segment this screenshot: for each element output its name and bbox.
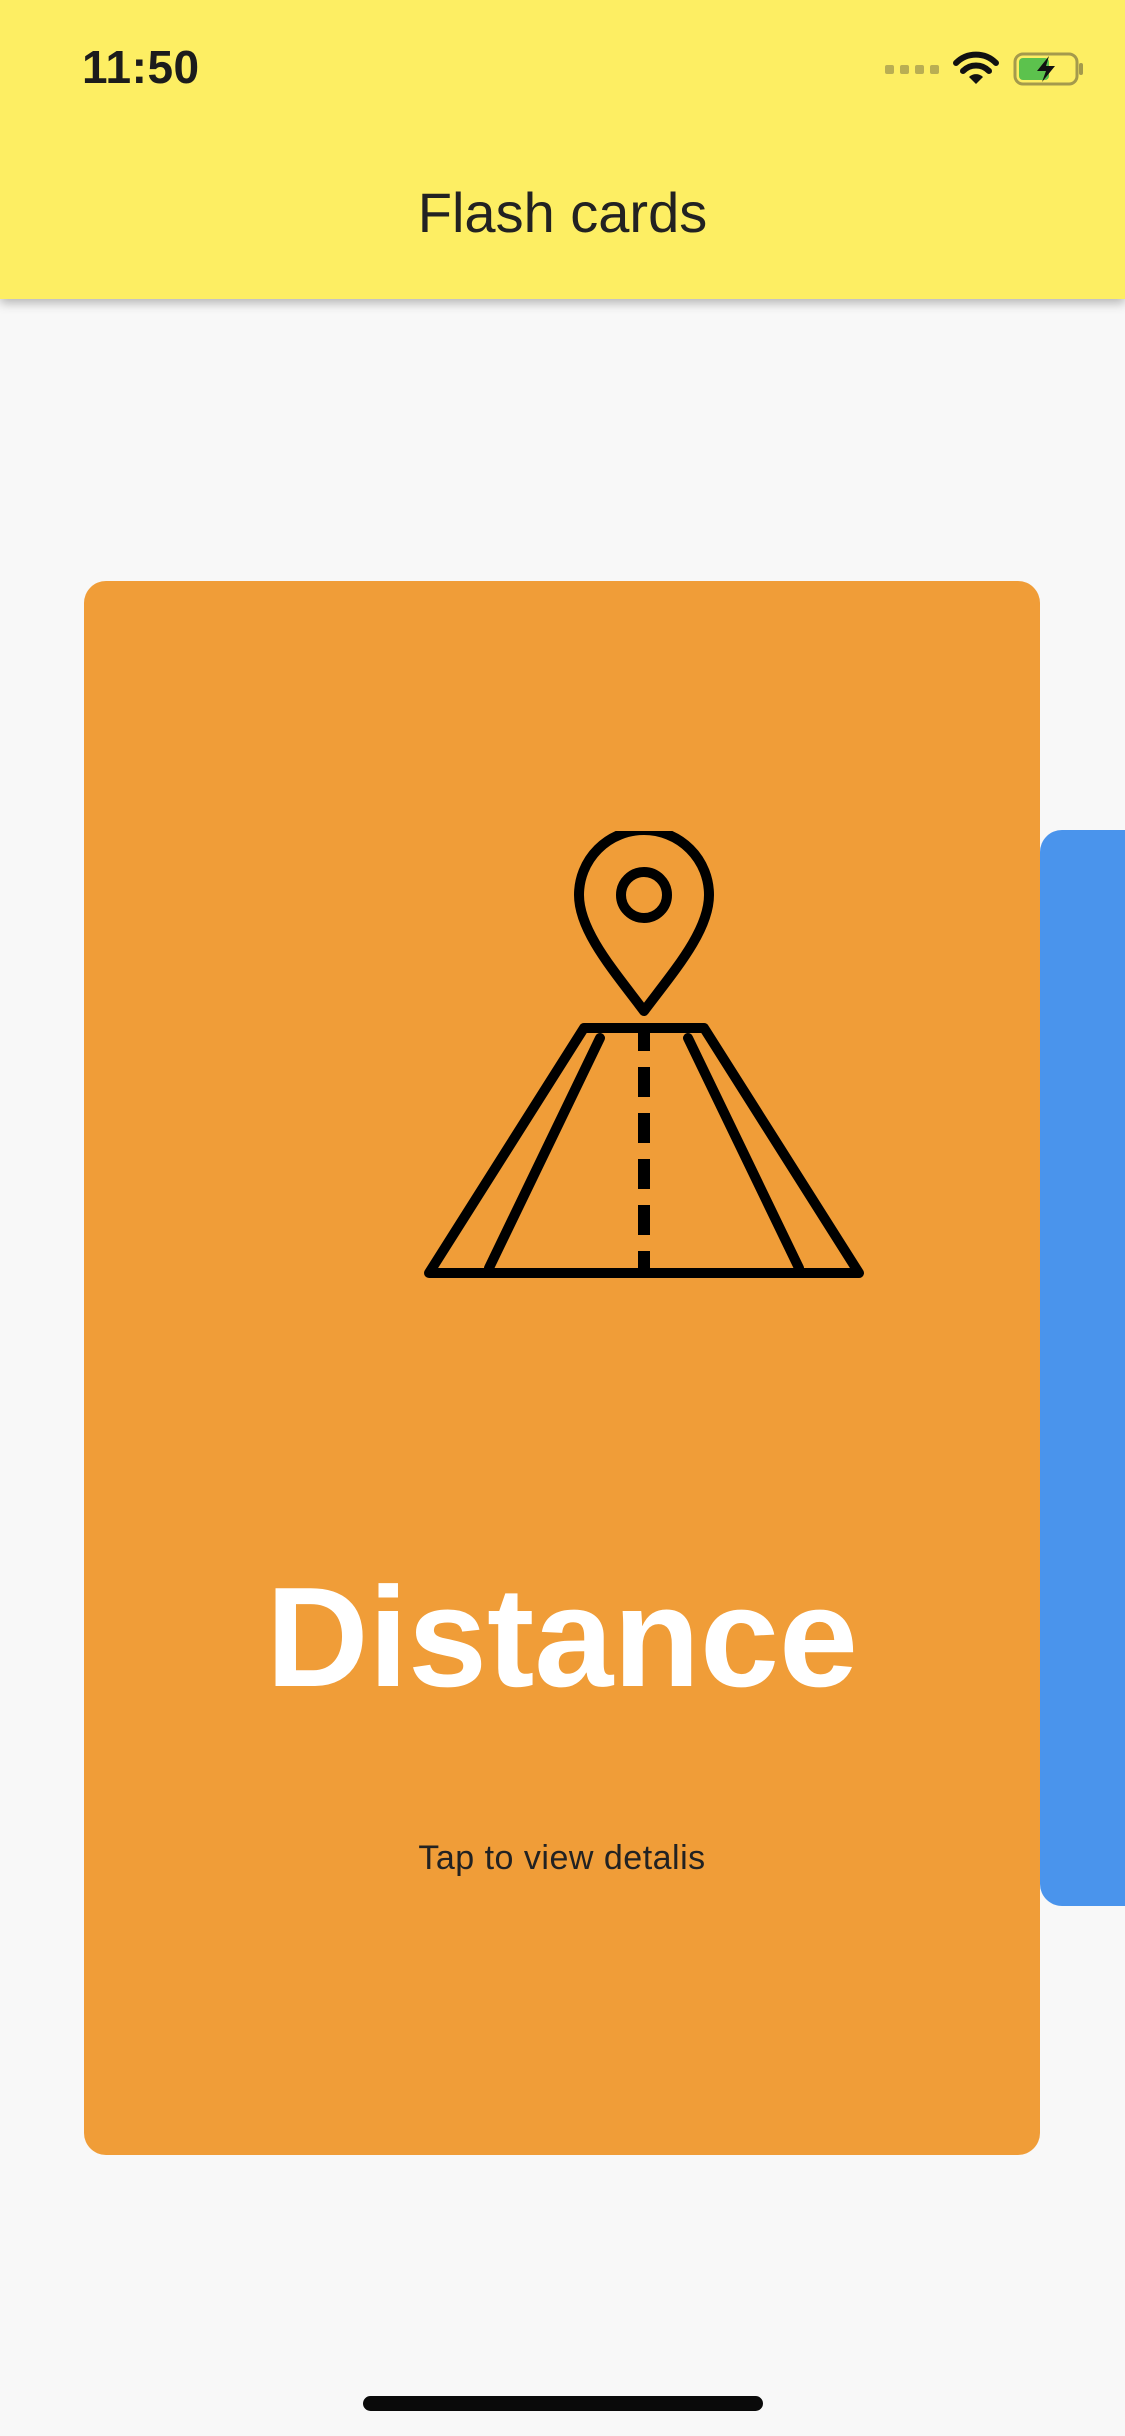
wifi-icon: [953, 51, 999, 84]
cellular-signal-icon: [885, 64, 939, 74]
battery-charging-icon: [1013, 52, 1083, 86]
status-time: 11:50: [82, 41, 200, 93]
app-header: 11:50 Flash cards: [0, 0, 1125, 299]
next-flash-card[interactable]: [1040, 830, 1125, 1906]
status-icons: [885, 46, 1085, 92]
flash-card-distance[interactable]: Distance Tap to view detalis: [84, 581, 1040, 2155]
card-hint: Tap to view detalis: [418, 1839, 706, 1877]
road-location-pin-icon: [424, 831, 864, 1278]
home-indicator[interactable]: [363, 2396, 763, 2411]
flash-cards-screen: 11:50 Flash cards Distance Tap to view d…: [0, 0, 1125, 2436]
card-title: Distance: [266, 1558, 858, 1717]
page-title: Flash cards: [417, 181, 708, 244]
